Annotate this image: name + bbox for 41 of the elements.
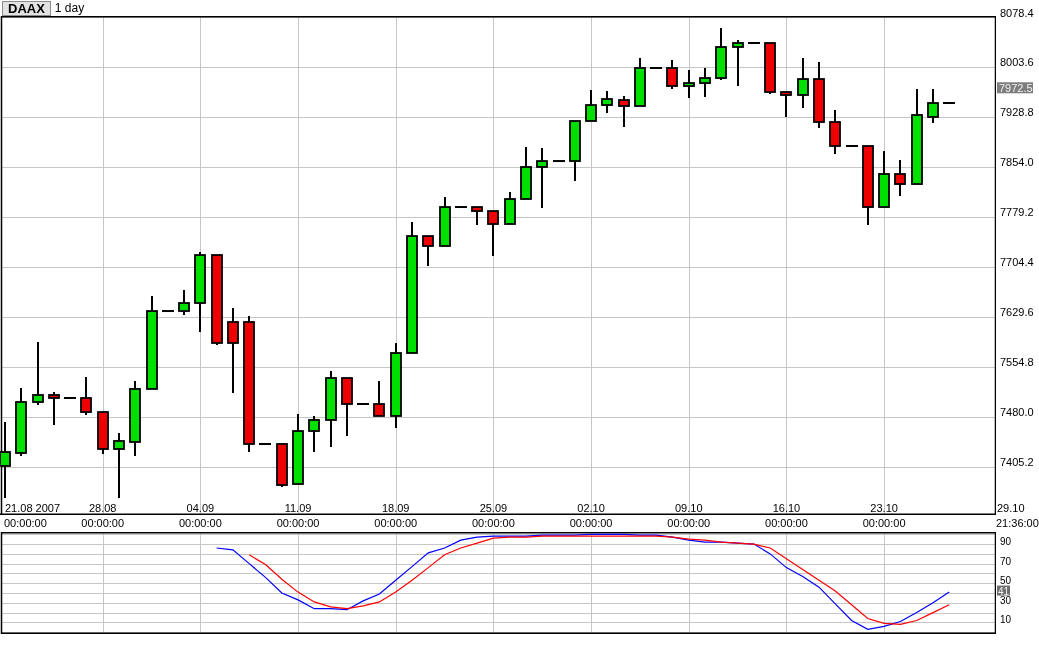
time-label: 00:00:00 [862, 517, 906, 529]
date-label: 04.09 [186, 502, 215, 514]
date-label: 16.10 [772, 502, 801, 514]
time-label: 00:00:00 [569, 517, 613, 529]
time-label: 00:00:00 [765, 517, 808, 529]
price-label: 7704.4 [1000, 256, 1034, 269]
price-label: 7928.8 [1000, 106, 1034, 119]
price-label: 8003.6 [1000, 56, 1034, 69]
scale-label: 90 [1000, 536, 1012, 548]
time-label: 00:00:00 [81, 517, 125, 529]
scale-label: 70 [1000, 555, 1012, 567]
date-label: 29.10 [997, 502, 1025, 514]
price-label: 8078.4 [1000, 6, 1034, 19]
date-label: 18.09 [381, 502, 410, 514]
last-value-badge: 41 [997, 585, 1010, 597]
time-label: 00:00:00 [667, 517, 711, 529]
symbol-tag: DAAX [2, 1, 51, 16]
date-label: 25.09 [479, 502, 508, 514]
price-label: 7854.0 [1000, 156, 1034, 169]
interval-label: 1 day [54, 1, 85, 15]
price-label: 7480.0 [1000, 406, 1034, 419]
date-label: 02.10 [577, 502, 605, 514]
date-label: 21.08 2007 [5, 502, 61, 514]
date-label: 11.09 [284, 502, 312, 514]
price-label: 7779.2 [1000, 206, 1034, 219]
scale-label: 10 [1000, 614, 1012, 626]
price-label: 7629.6 [1000, 306, 1034, 319]
time-label: 00:00:00 [4, 517, 47, 529]
price-label: 7554.8 [1000, 356, 1034, 369]
scale-label: 30 [1000, 594, 1012, 606]
date-label: 23.10 [870, 502, 898, 514]
price-label: 7405.2 [1000, 456, 1034, 469]
time-label: 00:00:00 [276, 517, 320, 529]
last-price-badge: 7972.5 [997, 81, 1033, 94]
date-label: 28.08 [88, 502, 117, 514]
scale-label: 50 [1000, 575, 1012, 587]
time-label: 00:00:00 [178, 517, 222, 529]
time-label: 21:36:00 [996, 517, 1039, 529]
time-label: 00:00:00 [472, 517, 515, 529]
time-label: 00:00:00 [374, 517, 418, 529]
date-label: 09.10 [675, 502, 703, 514]
